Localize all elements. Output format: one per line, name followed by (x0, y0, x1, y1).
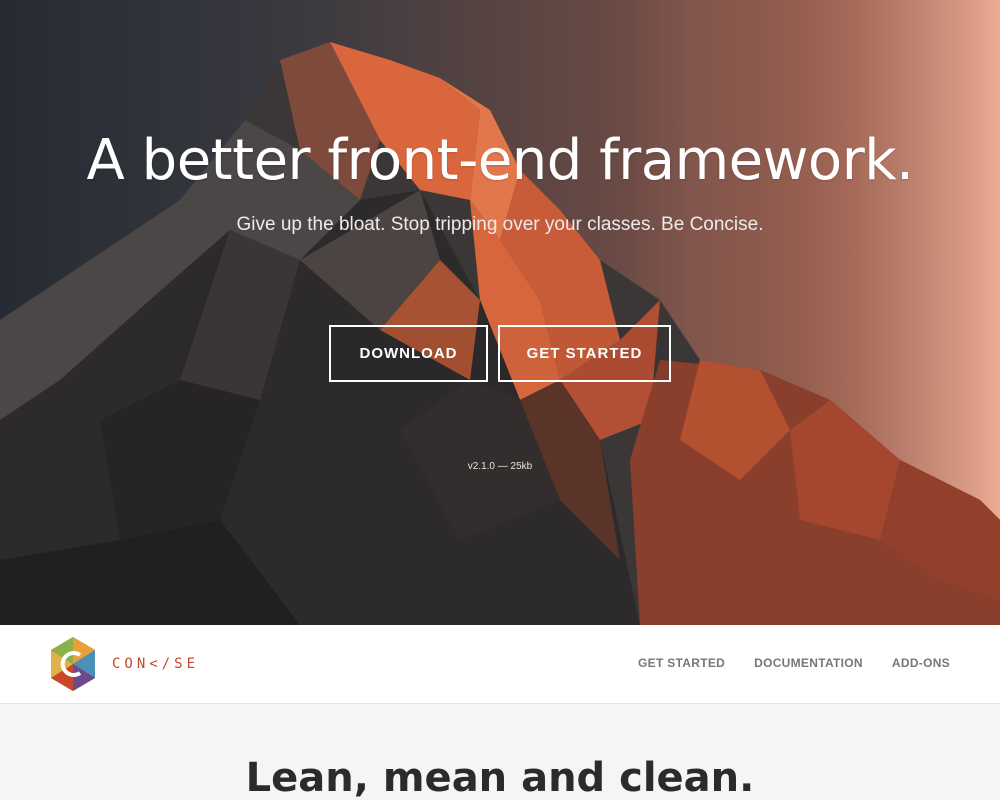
brand-logo[interactable]: CON</SE (49, 636, 199, 692)
get-started-button[interactable]: GET STARTED (498, 325, 671, 382)
nav-item-documentation[interactable]: DOCUMENTATION (754, 656, 863, 670)
mountain-background (0, 0, 1000, 625)
nav-item-get-started[interactable]: GET STARTED (638, 656, 725, 670)
nav-item-add-ons[interactable]: ADD-ONS (892, 656, 950, 670)
hero-title: A better front-end framework. (86, 128, 914, 193)
hexagon-c-logo-icon (51, 637, 95, 691)
main-nav: GET STARTED DOCUMENTATION ADD-ONS (638, 656, 950, 670)
hero-subtitle: Give up the bloat. Stop tripping over yo… (236, 214, 764, 235)
brand-name: CON</SE (112, 656, 200, 672)
section-title: Lean, mean and clean. (245, 755, 755, 800)
navbar: CON</SE GET STARTED DOCUMENTATION ADD-ON… (0, 625, 1000, 704)
version-label: v2.1.0 — 25kb (467, 461, 533, 472)
hero-banner: A better front-end framework. Give up th… (0, 0, 1000, 625)
download-button[interactable]: DOWNLOAD (329, 325, 488, 382)
